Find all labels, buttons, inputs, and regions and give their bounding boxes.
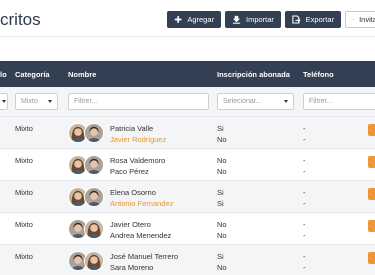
toolbar: Agregar Importar Exportar Invita [167, 11, 375, 28]
avatar [84, 123, 104, 143]
player1-name[interactable]: Elena Osorno [110, 188, 156, 197]
filter-col0-caret [2, 100, 6, 103]
chevron-down-icon [48, 100, 52, 103]
mail-icon [353, 19, 355, 20]
agregar-button[interactable]: Agregar [167, 11, 221, 28]
avatar [84, 155, 104, 175]
filter-categoria-value: Mixto [21, 98, 38, 105]
table-row[interactable]: Mixto Rosa Valdemoro Paco Pérez No No - - [0, 149, 375, 181]
col-header-0[interactable]: lo [0, 70, 7, 79]
player1-inscripcion: Si [217, 188, 224, 197]
filter-categoria-select[interactable]: Mixto [15, 93, 58, 110]
table-row[interactable]: Mixto José Manuel Terrero Sara Moreno Si No -… [0, 245, 375, 275]
exportar-label: Exportar [305, 15, 334, 24]
table-row[interactable]: Mixto Elena Osorno Antonio Fernandez Si Si - - [0, 181, 375, 213]
row-categoria: Mixto [15, 252, 33, 261]
row-categoria: Mixto [15, 124, 33, 133]
filter-telefono-input[interactable]: Filtrer... [303, 93, 375, 110]
row-categoria: Mixto [15, 188, 33, 197]
player2-name[interactable]: Sara Moreno [110, 263, 153, 272]
row-action-button[interactable] [368, 252, 375, 264]
exportar-button[interactable]: Exportar [285, 11, 341, 28]
col-header-inscripcion[interactable]: Inscripción abonada [217, 70, 290, 79]
player1-telefono: - [303, 252, 306, 261]
player1-inscripcion: No [217, 220, 227, 229]
table-row[interactable]: Mixto Patricia Valle Javier Rodriguez Si No -… [0, 117, 375, 149]
filter-row: Mixto Filtrer... Selecionar... Filtrer..… [0, 87, 375, 117]
player2-name[interactable]: Paco Pérez [110, 167, 149, 176]
player2-name[interactable]: Andrea Menendez [110, 231, 171, 240]
player1-telefono: - [303, 220, 306, 229]
invitar-label: Invita [359, 15, 375, 24]
plus-icon [174, 16, 182, 23]
person-photo-icon [85, 220, 103, 238]
col-header-telefono[interactable]: Teléfono [303, 70, 334, 79]
player1-inscripcion: No [217, 156, 227, 165]
player2-inscripcion: Si [217, 199, 224, 208]
player2-telefono: - [303, 231, 306, 240]
player2-name[interactable]: Javier Rodriguez [110, 135, 166, 144]
filter-inscripcion-value: Selecionar... [223, 98, 262, 105]
invitar-button[interactable]: Invita [345, 11, 375, 28]
player1-inscripcion: Si [217, 252, 224, 261]
avatar [84, 187, 104, 207]
header-divider [0, 36, 375, 37]
filter-telefono-placeholder: Filtrer... [309, 98, 333, 105]
importar-label: Importar [246, 15, 274, 24]
filter-nombre-placeholder: Filtrer... [74, 98, 98, 105]
row-action-button[interactable] [368, 220, 375, 232]
player2-telefono: - [303, 263, 306, 272]
filter-inscripcion-select[interactable]: Selecionar... [217, 93, 294, 110]
player1-telefono: - [303, 124, 306, 133]
player2-inscripcion: No [217, 167, 227, 176]
pair-avatars [68, 155, 106, 175]
player1-name[interactable]: Rosa Valdemoro [110, 156, 165, 165]
pair-avatars [68, 123, 106, 143]
importar-button[interactable]: Importar [225, 11, 281, 28]
col-header-nombre[interactable]: Nombre [68, 70, 96, 79]
player1-telefono: - [303, 188, 306, 197]
agregar-label: Agregar [187, 15, 214, 24]
row-categoria: Mixto [15, 156, 33, 165]
player2-name[interactable]: Antonio Fernandez [110, 199, 173, 208]
page-title: critos [0, 10, 41, 29]
filter-col0[interactable] [0, 93, 8, 110]
filter-nombre-input[interactable]: Filtrer... [68, 93, 209, 110]
pair-avatars [68, 219, 106, 239]
import-icon [232, 15, 241, 24]
avatar [84, 251, 104, 271]
player1-inscripcion: Si [217, 124, 224, 133]
player2-inscripcion: No [217, 263, 227, 272]
player1-name[interactable]: Patricia Valle [110, 124, 153, 133]
avatar [84, 219, 104, 239]
player2-inscripcion: No [217, 135, 227, 144]
export-icon [292, 15, 301, 24]
table-row[interactable]: Mixto Javier Otero Andrea Menendez No No - - [0, 213, 375, 245]
pair-avatars [68, 187, 106, 207]
pair-avatars [68, 251, 106, 271]
row-categoria: Mixto [15, 220, 33, 229]
player2-inscripcion: No [217, 231, 227, 240]
player1-telefono: - [303, 156, 306, 165]
player2-telefono: - [303, 199, 306, 208]
player2-telefono: - [303, 167, 306, 176]
row-action-button[interactable] [368, 156, 375, 168]
row-action-button[interactable] [368, 188, 375, 200]
row-action-button[interactable] [368, 124, 375, 136]
person-photo-icon [85, 156, 103, 174]
chevron-down-icon [284, 100, 288, 103]
player1-name[interactable]: José Manuel Terrero [110, 252, 178, 261]
person-photo-icon [85, 124, 103, 142]
player2-telefono: - [303, 135, 306, 144]
table-header: lo Categoría Nombre Inscripción abonada … [0, 61, 375, 87]
person-photo-icon [85, 252, 103, 270]
col-header-categoria[interactable]: Categoría [15, 70, 50, 79]
person-photo-icon [85, 188, 103, 206]
player1-name[interactable]: Javier Otero [110, 220, 151, 229]
